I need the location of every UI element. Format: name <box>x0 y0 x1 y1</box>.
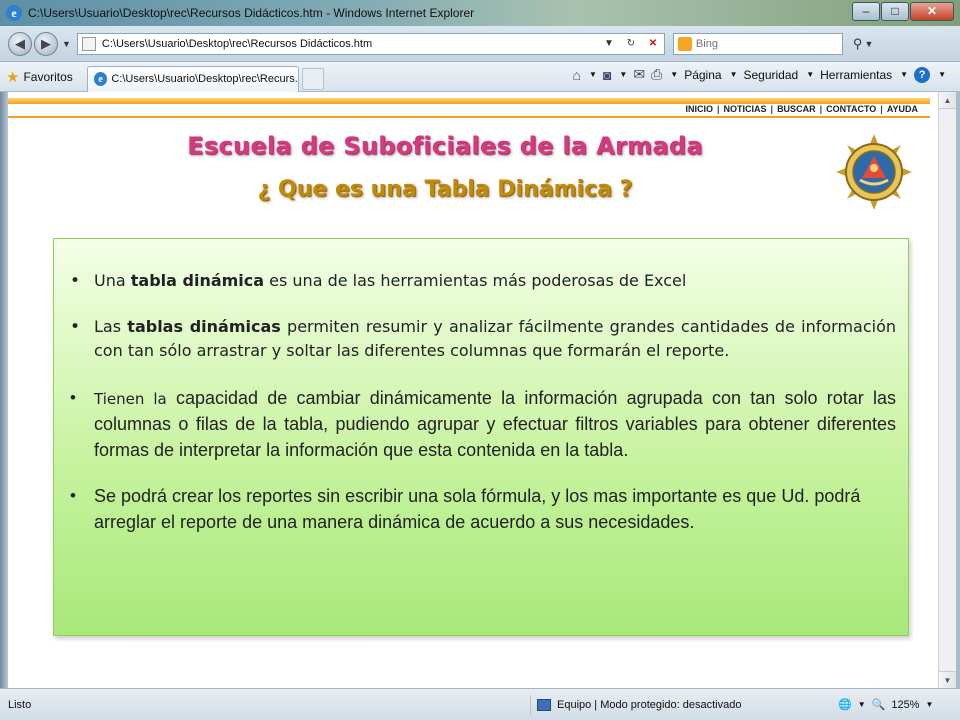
security-zone[interactable]: Equipo | Modo protegido: desactivado <box>530 694 830 715</box>
home-icon[interactable]: ⌂ <box>573 67 581 83</box>
scroll-down-icon[interactable]: ▼ <box>939 671 956 688</box>
nav-link-inicio[interactable]: INICIO <box>681 104 717 114</box>
security-dropdown-icon[interactable]: ▼ <box>806 70 814 79</box>
feeds-dropdown-icon[interactable]: ▼ <box>619 70 627 79</box>
window-frame-left <box>0 92 8 688</box>
bullet-1-bold: tabla dinámica <box>130 271 265 290</box>
new-tab-button[interactable] <box>301 67 324 90</box>
vertical-scrollbar[interactable]: ▲ ▼ <box>938 92 956 688</box>
page-menu[interactable]: Página <box>684 68 721 82</box>
browser-tab[interactable]: e C:\Users\Usuario\Desktop\rec\Recurs... <box>86 65 299 92</box>
refresh-icon[interactable]: ↻ <box>620 38 642 49</box>
favorites-bar: ★ Favoritos e C:\Users\Usuario\Desktop\r… <box>0 62 960 92</box>
tab-ie-icon: e <box>93 72 108 86</box>
scroll-up-icon[interactable]: ▲ <box>939 92 956 109</box>
security-zone-text: Equipo | Modo protegido: desactivado <box>557 698 742 711</box>
back-button[interactable]: ◀ <box>8 31 32 56</box>
search-field[interactable] <box>672 32 843 55</box>
bullet-3-lead: Tienen la <box>94 390 167 408</box>
print-icon[interactable]: ⎙ <box>651 66 662 83</box>
minimize-button[interactable]: – <box>852 2 880 21</box>
command-bar: ⌂ ▼ ◙ ▼ ✉ ⎙ ▼ Página ▼ Seguridad ▼ Herramient… <box>573 66 946 83</box>
bullet-1-post: es una de las herramientas más poderosas… <box>264 271 687 290</box>
zoom-level[interactable]: 125% <box>891 699 919 711</box>
zoom-dropdown-icon[interactable]: ▼ <box>925 700 933 709</box>
status-text: Listo <box>8 698 32 711</box>
back-arrow-icon: ◀ <box>15 35 25 51</box>
top-nav-links: INICIO | NOTICIAS | BUSCAR | CONTACTO | … <box>681 104 922 114</box>
tools-menu[interactable]: Herramientas <box>820 68 892 82</box>
window-title: C:\Users\Usuario\Desktop\rec\Recursos Di… <box>28 6 475 20</box>
list-item: Las tablas dinámicas permiten resumir y … <box>70 315 896 363</box>
nav-link-buscar[interactable]: BUSCAR <box>773 104 820 114</box>
help-icon[interactable]: ? <box>914 66 931 83</box>
zoom-icon[interactable]: 🔍 <box>872 698 886 711</box>
history-dropdown-icon[interactable]: ▼ <box>62 39 71 49</box>
url-text[interactable]: C:\Users\Usuario\Desktop\rec\Recursos Di… <box>102 38 598 50</box>
list-item: Tienen la capacidad de cambiar dinámicam… <box>70 385 896 463</box>
nav-link-contacto[interactable]: CONTACTO <box>822 104 880 114</box>
forward-arrow-icon: ▶ <box>41 35 51 51</box>
bullet-2-pre: Las <box>94 317 128 336</box>
window-controls: – □ ✕ <box>852 2 954 21</box>
list-item: Una tabla dinámica es una de las herrami… <box>70 269 896 293</box>
page-subtitle: ¿ Que es una Tabla Dinámica ? <box>257 177 633 202</box>
nav-link-ayuda[interactable]: AYUDA <box>883 104 922 114</box>
stop-icon[interactable]: ✕ <box>642 38 664 49</box>
forward-button[interactable]: ▶ <box>34 31 58 56</box>
window-titlebar: e C:\Users\Usuario\Desktop\rec\Recursos … <box>0 0 960 26</box>
tab-label: C:\Users\Usuario\Desktop\rec\Recurs... <box>111 73 298 85</box>
page-icon <box>81 36 96 51</box>
mail-icon[interactable]: ✉ <box>633 66 645 83</box>
bullet-4-text: Se podrá crear los reportes sin escribir… <box>94 486 861 532</box>
address-bar: ◀ ▶ ▼ C:\Users\Usuario\Desktop\rec\Recur… <box>0 26 960 62</box>
maximize-button[interactable]: □ <box>881 2 909 21</box>
tools-dropdown-icon[interactable]: ▼ <box>900 70 908 79</box>
page-dropdown-icon[interactable]: ▼ <box>730 70 738 79</box>
computer-zone-icon <box>537 698 551 711</box>
list-item: Se podrá crear los reportes sin escribir… <box>70 483 896 535</box>
site-top-nav: INICIO | NOTICIAS | BUSCAR | CONTACTO | … <box>8 104 930 118</box>
feeds-icon[interactable]: ◙ <box>603 67 611 83</box>
print-dropdown-icon[interactable]: ▼ <box>670 70 678 79</box>
zone-dropdown-icon[interactable]: ▼ <box>858 700 866 709</box>
protected-mode-icon[interactable]: 🌐 <box>838 698 852 711</box>
ie-logo-icon: e <box>6 5 22 21</box>
url-dropdown-icon[interactable]: ▼ <box>598 38 620 49</box>
search-input[interactable] <box>695 37 816 50</box>
bullet-list: Una tabla dinámica es una de las herrami… <box>70 269 896 535</box>
search-icon[interactable]: ⚲ <box>853 36 863 52</box>
school-emblem-icon <box>836 134 912 210</box>
page-title: Escuela de Suboficiales de la Armada <box>187 132 703 160</box>
url-field[interactable]: C:\Users\Usuario\Desktop\rec\Recursos Di… <box>76 32 665 55</box>
favorites-star-icon[interactable]: ★ <box>6 68 19 86</box>
bullet-2-bold: tablas dinámicas <box>127 317 281 336</box>
search-options-dropdown-icon[interactable]: ▼ <box>864 39 873 49</box>
bullet-3-rest: capacidad de cambiar dinámicamente la in… <box>94 388 897 460</box>
content-panel: Una tabla dinámica es una de las herrami… <box>53 238 909 636</box>
bullet-1-pre: Una <box>94 271 131 290</box>
favorites-button[interactable]: Favoritos <box>23 70 72 84</box>
home-dropdown-icon[interactable]: ▼ <box>589 70 597 79</box>
security-menu[interactable]: Seguridad <box>743 68 798 82</box>
close-button[interactable]: ✕ <box>910 2 954 21</box>
nav-link-noticias[interactable]: NOTICIAS <box>720 104 771 114</box>
status-right-controls: 🌐 ▼ 🔍 125% ▼ <box>838 698 933 712</box>
window-frame-right <box>956 92 960 688</box>
status-bar: Listo Equipo | Modo protegido: desactiva… <box>0 688 960 720</box>
bing-icon <box>677 36 692 51</box>
help-dropdown-icon[interactable]: ▼ <box>938 70 946 79</box>
page-viewport: INICIO | NOTICIAS | BUSCAR | CONTACTO | … <box>8 92 938 688</box>
